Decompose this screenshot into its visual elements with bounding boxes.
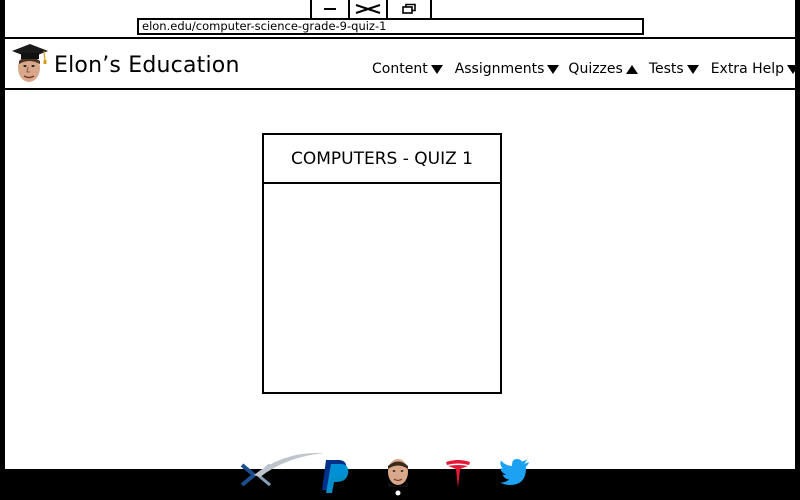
caret-down-icon — [686, 65, 699, 74]
nav-tests[interactable]: Tests — [649, 61, 700, 77]
site-header: Elon’s Education Content Assignments Qui… — [5, 39, 795, 90]
twitter-icon[interactable] — [500, 459, 530, 485]
caret-up-icon — [625, 65, 638, 74]
minimize-icon — [324, 8, 336, 10]
nav-quizzes-label: Quizzes — [568, 61, 623, 77]
nav-extra-help-label: Extra Help — [710, 61, 785, 77]
spacex-icon[interactable] — [240, 451, 326, 487]
quiz-title: COMPUTERS - QUIZ 1 — [262, 135, 502, 184]
restore-icon — [402, 3, 416, 14]
window-controls — [310, 0, 432, 20]
main-nav: Content Assignments Quizzes Tests Extra … — [372, 61, 795, 77]
restore-button[interactable] — [388, 0, 430, 18]
nav-content[interactable]: Content — [372, 61, 444, 77]
caret-down-icon — [787, 65, 795, 74]
paypal-icon[interactable] — [320, 458, 352, 494]
quiz-content-area — [264, 184, 500, 392]
nav-extra-help[interactable]: Extra Help — [711, 61, 795, 77]
tesla-icon[interactable] — [445, 459, 471, 489]
caret-down-icon — [430, 65, 443, 74]
caret-down-icon — [547, 65, 560, 74]
browser-window: elon.edu/computer-science-grade-9-quiz-1… — [5, 0, 795, 469]
nav-assignments-label: Assignments — [454, 61, 545, 77]
site-title[interactable]: Elon’s Education — [54, 53, 240, 79]
nav-assignments[interactable]: Assignments — [455, 61, 561, 77]
graduate-face-logo-icon[interactable] — [11, 41, 49, 85]
minimize-button[interactable] — [312, 0, 350, 18]
elon-face-icon[interactable] — [385, 457, 411, 497]
close-icon — [355, 4, 381, 14]
nav-tests-label: Tests — [648, 61, 684, 77]
address-bar[interactable]: elon.edu/computer-science-grade-9-quiz-1 — [137, 18, 644, 35]
footer-bar — [0, 452, 800, 500]
nav-content-label: Content — [372, 61, 428, 77]
close-button[interactable] — [350, 0, 388, 18]
quiz-card: COMPUTERS - QUIZ 1 — [262, 133, 502, 394]
nav-quizzes[interactable]: Quizzes — [568, 61, 638, 77]
